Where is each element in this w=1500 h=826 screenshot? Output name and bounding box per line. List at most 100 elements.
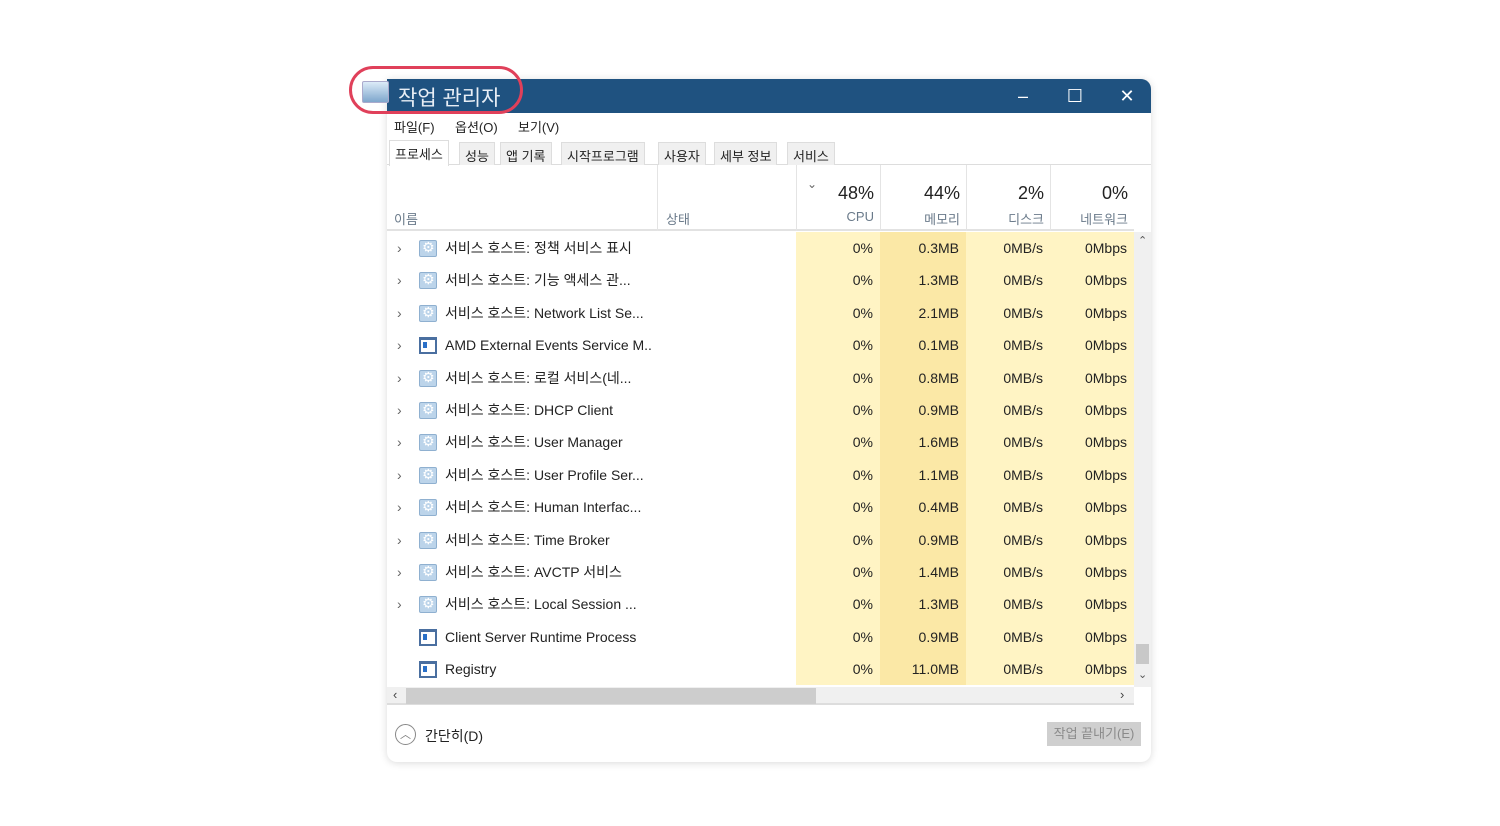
expand-chevron-icon[interactable]: ›	[397, 426, 402, 458]
app-window-icon	[419, 661, 437, 679]
scroll-down-icon[interactable]: ⌄	[1138, 668, 1147, 681]
tab-users[interactable]: 사용자	[658, 142, 706, 165]
network-value: 0Mbps	[1050, 264, 1134, 297]
tab-startup[interactable]: 시작프로그램	[561, 142, 645, 165]
network-value: 0Mbps	[1050, 620, 1134, 654]
process-row[interactable]: › 서비스 호스트: User Profile Ser... 0%1.1MB0MB/…	[387, 458, 1134, 492]
vertical-scrollbar[interactable]: ⌃ ⌄	[1134, 232, 1151, 687]
scroll-left-icon[interactable]: ‹	[393, 687, 397, 702]
service-gear-icon	[419, 433, 437, 452]
expand-chevron-icon[interactable]: ›	[397, 556, 402, 588]
process-name: 서비스 호스트: Time Broker	[445, 531, 610, 548]
disk-value: 0MB/s	[966, 458, 1050, 492]
process-row[interactable]: › 서비스 호스트: Network List Se... 0%2.1MB0MB/s…	[387, 296, 1134, 330]
network-value: 0Mbps	[1050, 393, 1134, 427]
scroll-right-icon[interactable]: ›	[1120, 687, 1124, 702]
memory-value: 0.9MB	[880, 523, 966, 556]
network-value: 0Mbps	[1050, 296, 1134, 330]
process-row[interactable]: › 서비스 호스트: Human Interfac... 0%0.4MB0MB/s0…	[387, 491, 1134, 524]
process-row[interactable]: › 서비스 호스트: User Manager 0%1.6MB0MB/s0Mbps	[387, 426, 1134, 459]
disk-value: 0MB/s	[966, 232, 1050, 265]
menu-file[interactable]: 파일(F)	[394, 117, 435, 136]
cpu-value: 0%	[796, 523, 880, 556]
end-task-button[interactable]: 작업 끝내기(E)	[1047, 722, 1141, 746]
network-value: 0Mbps	[1050, 232, 1134, 265]
menu-view[interactable]: 보기(V)	[518, 117, 559, 136]
process-name: 서비스 호스트: 정책 서비스 표시	[445, 240, 632, 256]
disk-value: 0MB/s	[966, 491, 1050, 524]
memory-value: 1.1MB	[880, 458, 966, 492]
tab-processes[interactable]: 프로세스	[389, 140, 449, 166]
memory-value: 0.3MB	[880, 232, 966, 265]
column-network[interactable]: 0% 네트워크	[1050, 165, 1134, 231]
process-row[interactable]: Client Server Runtime Process 0% 0.9MB 0MB/…	[387, 620, 1134, 654]
process-row[interactable]: › AMD External Events Service M... 0% 0.1MB…	[387, 329, 1134, 362]
column-status[interactable]: 상태	[657, 165, 796, 231]
memory-value: 2.1MB	[880, 296, 966, 330]
service-gear-icon	[419, 369, 437, 387]
tab-services[interactable]: 서비스	[787, 142, 835, 165]
expand-chevron-icon[interactable]: ›	[397, 459, 402, 491]
process-row[interactable]: › 서비스 호스트: 기능 액세스 관... 0%1.3MB0MB/s0Mbps	[387, 264, 1134, 297]
service-gear-icon	[419, 271, 437, 290]
app-window-icon	[419, 628, 437, 646]
tab-performance[interactable]: 성능	[459, 142, 495, 165]
process-name: 서비스 호스트: Network List Se...	[445, 304, 644, 321]
column-disk[interactable]: 2% 디스크	[966, 165, 1050, 231]
disk-value: 0MB/s	[966, 264, 1050, 297]
process-name: 서비스 호스트: 기능 액세스 관...	[445, 272, 631, 289]
maximize-button[interactable]: ☐	[1049, 79, 1101, 113]
menu-options[interactable]: 옵션(O)	[455, 117, 498, 136]
expand-chevron-icon[interactable]: ›	[397, 588, 402, 620]
process-name: AMD External Events Service M...	[445, 337, 653, 354]
column-cpu[interactable]: ⌄ 48% CPU	[796, 165, 880, 231]
tab-details[interactable]: 세부 정보	[714, 142, 778, 165]
process-name: 서비스 호스트: User Manager	[445, 434, 623, 451]
network-value: 0Mbps	[1050, 588, 1134, 621]
memory-value: 1.6MB	[880, 426, 966, 459]
process-row[interactable]: › 서비스 호스트: DHCP Client 0%0.9MB0MB/s0Mbps	[387, 393, 1134, 427]
tab-bar: 프로세스 성능 앱 기록 시작프로그램 사용자 세부 정보 서비스	[387, 140, 1151, 166]
cpu-value: 0%	[796, 296, 880, 330]
expand-chevron-icon[interactable]: ›	[397, 362, 402, 394]
scroll-thumb[interactable]	[1136, 644, 1149, 664]
expand-chevron-icon[interactable]: ›	[397, 394, 402, 426]
expand-chevron-icon[interactable]: ›	[397, 329, 402, 361]
column-memory[interactable]: 44% 메모리	[880, 165, 966, 231]
memory-value: 0.9MB	[880, 620, 966, 654]
process-name: 서비스 호스트: 로컬 서비스(네...	[445, 369, 632, 386]
process-row[interactable]: › 서비스 호스트: 정책 서비스 표시 0%0.3MB0MB/s0Mbps	[387, 232, 1134, 265]
process-row[interactable]: › 서비스 호스트: Time Broker 0%0.9MB0MB/s0Mbps	[387, 523, 1134, 556]
process-row[interactable]: › 서비스 호스트: Local Session ... 0%1.3MB0MB/s0…	[387, 588, 1134, 621]
scroll-up-icon[interactable]: ⌃	[1138, 234, 1147, 247]
expand-chevron-icon[interactable]: ›	[397, 297, 402, 329]
expand-chevron-icon[interactable]: ›	[397, 232, 402, 264]
expand-chevron-icon[interactable]: ›	[397, 264, 402, 296]
disk-value: 0MB/s	[966, 620, 1050, 654]
task-manager-app-icon	[362, 81, 389, 103]
network-value: 0Mbps	[1050, 523, 1134, 556]
minimize-button[interactable]: –	[997, 79, 1049, 113]
expand-chevron-icon[interactable]: ›	[397, 491, 402, 523]
hscroll-thumb[interactable]	[406, 688, 816, 704]
expand-chevron-icon[interactable]: ›	[397, 524, 402, 556]
service-gear-icon	[419, 595, 437, 614]
process-name: 서비스 호스트: Human Interfac...	[445, 499, 642, 516]
column-name[interactable]: 이름	[387, 165, 657, 231]
cpu-value: 0%	[796, 653, 880, 686]
process-row[interactable]: › 서비스 호스트: 로컬 서비스(네... 0%0.8MB0MB/s0Mbps	[387, 361, 1134, 394]
process-name: Client Server Runtime Process	[445, 628, 637, 645]
cpu-value: 0%	[796, 555, 880, 589]
chevron-up-icon[interactable]: ︿	[395, 724, 416, 745]
fewer-details-button[interactable]: 간단히(D)	[425, 726, 483, 746]
service-gear-icon	[419, 466, 437, 484]
memory-value: 0.9MB	[880, 393, 966, 427]
horizontal-scrollbar[interactable]: ‹ ›	[387, 687, 1134, 705]
close-button[interactable]: ✕	[1101, 79, 1151, 113]
cpu-value: 0%	[796, 620, 880, 654]
process-list: ›서비스 호스트: 정책 서비스 표시0%0.3MB0MB/s0Mbps›서비스…	[387, 232, 1134, 686]
process-row[interactable]: Registry 0% 11.0MB 0MB/s 0Mbps	[387, 653, 1134, 686]
process-row[interactable]: › 서비스 호스트: AVCTP 서비스 0%1.4MB0MB/s0Mbps	[387, 555, 1134, 589]
tab-app-history[interactable]: 앱 기록	[500, 142, 552, 165]
disk-value: 0MB/s	[966, 393, 1050, 427]
